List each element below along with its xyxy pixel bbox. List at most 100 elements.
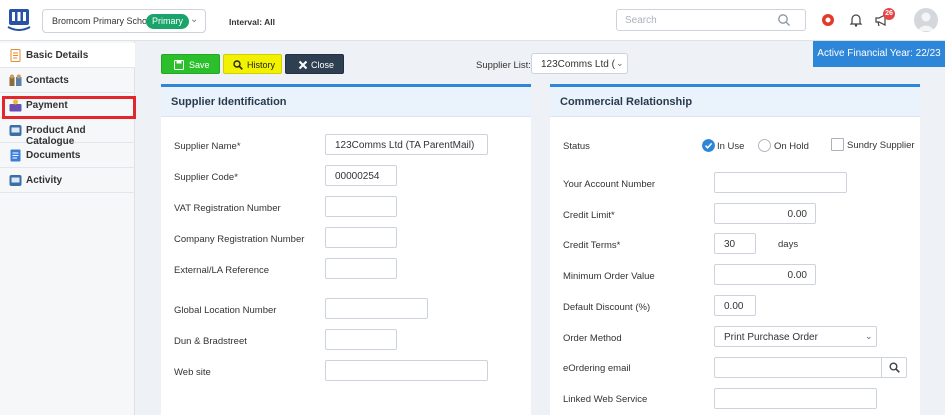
default-discount-value: 0.00 — [724, 301, 744, 312]
sidebar-item-payment[interactable]: Payment — [0, 93, 135, 118]
website-input[interactable] — [325, 360, 488, 381]
supplier-code-input[interactable]: 00000254 — [325, 165, 397, 186]
commercial-relationship-panel: Commercial Relationship Status In Use On… — [550, 84, 920, 415]
activity-icon — [9, 175, 22, 186]
order-method-select[interactable]: Print Purchase Order ⌄ — [714, 326, 877, 347]
supplier-list-label: Supplier List: — [476, 60, 531, 71]
chevron-down-icon: ⌄ — [616, 58, 624, 68]
supplier-list-value: 123Comms Ltd ( — [541, 59, 615, 70]
credit-limit-value: 0.00 — [787, 209, 807, 220]
vat-number-input[interactable] — [325, 196, 397, 217]
history-button[interactable]: History — [223, 54, 282, 74]
min-order-input[interactable]: 0.00 — [714, 264, 816, 285]
credit-limit-label: Credit Limit* — [563, 210, 615, 221]
sidebar: Basic Details Contacts Payment Product A… — [0, 41, 135, 415]
external-ref-input[interactable] — [325, 258, 397, 279]
save-button-label: Save — [189, 60, 210, 70]
supplier-code-label: Supplier Code* — [174, 172, 238, 183]
documents-icon — [10, 149, 21, 162]
order-method-value: Print Purchase Order — [724, 332, 818, 343]
close-icon — [298, 60, 308, 70]
search-input[interactable] — [625, 13, 775, 27]
supplier-list-select[interactable]: 123Comms Ltd ( ⌄ — [531, 53, 628, 74]
contacts-icon — [9, 74, 22, 86]
gln-input[interactable] — [325, 298, 428, 319]
default-discount-input[interactable]: 0.00 — [714, 295, 756, 316]
min-order-value: 0.00 — [787, 270, 807, 281]
sundry-supplier-label: Sundry Supplier — [847, 140, 915, 151]
eordering-search-button[interactable] — [882, 357, 907, 378]
status-label: Status — [563, 141, 590, 152]
school-name: Bromcom Primary School — [52, 16, 155, 26]
website-label: Web site — [174, 367, 211, 378]
supplier-name-input[interactable]: 123Comms Ltd (TA ParentMail) — [325, 134, 488, 155]
interval-label[interactable]: Interval: All — [229, 17, 275, 27]
chevron-down-icon: ⌄ — [190, 14, 199, 25]
order-method-label: Order Method — [563, 333, 622, 344]
financial-year-banner: Active Financial Year: 22/23 — [813, 41, 945, 67]
close-button[interactable]: Close — [285, 54, 344, 74]
panel-title: Commercial Relationship — [560, 96, 693, 108]
linked-web-service-label: Linked Web Service — [563, 394, 648, 405]
catalogue-icon — [9, 125, 22, 136]
external-ref-label: External/LA Reference — [174, 265, 270, 276]
credit-terms-value: 30 — [724, 239, 736, 250]
eordering-email-label: eOrdering email — [563, 363, 631, 374]
in-use-label: In Use — [717, 141, 745, 152]
duns-input[interactable] — [325, 329, 397, 350]
supplier-code-value: 00000254 — [335, 171, 380, 182]
supplier-name-value: 123Comms Ltd (TA ParentMail) — [335, 140, 475, 151]
bell-icon[interactable] — [848, 12, 864, 28]
panel-header: Supplier Identification — [161, 87, 531, 117]
eordering-email-input[interactable] — [714, 357, 882, 378]
gln-label: Global Location Number — [174, 305, 277, 316]
search-box[interactable] — [616, 9, 806, 31]
school-type-badge: Primary — [146, 14, 189, 29]
top-bar: Bromcom Primary School Primary ⌄ Interva… — [0, 0, 945, 41]
supplier-name-label: Supplier Name* — [174, 141, 241, 152]
company-number-label: Company Registration Number — [174, 234, 305, 245]
notification-count-badge: 26 — [883, 8, 895, 20]
close-button-label: Close — [311, 60, 335, 70]
payment-icon — [9, 99, 22, 112]
avatar[interactable] — [914, 8, 938, 32]
on-hold-radio[interactable] — [758, 139, 771, 152]
credit-terms-suffix: days — [778, 239, 799, 250]
on-hold-label: On Hold — [774, 141, 809, 152]
duns-label: Dun & Bradstreet — [174, 336, 247, 347]
sidebar-item-label: Documents — [26, 150, 81, 161]
sundry-supplier-checkbox[interactable] — [831, 138, 844, 151]
sidebar-item-contacts[interactable]: Contacts — [0, 68, 135, 93]
bromcom-alert-icon[interactable] — [820, 12, 836, 28]
panel-header: Commercial Relationship — [550, 87, 920, 117]
sidebar-item-product-and-catalogue[interactable]: Product And Catalogue — [0, 118, 135, 147]
sidebar-item-label: Contacts — [26, 75, 69, 86]
sidebar-item-basic-details[interactable]: Basic Details — [0, 43, 135, 68]
sidebar-item-activity[interactable]: Activity — [0, 168, 135, 193]
sidebar-item-documents[interactable]: Documents — [0, 143, 135, 168]
company-number-input[interactable] — [325, 227, 397, 248]
credit-terms-label: Credit Terms* — [563, 240, 621, 251]
school-logo-icon[interactable] — [7, 8, 31, 32]
search-icon[interactable] — [777, 13, 791, 27]
linked-web-service-input[interactable] — [714, 388, 877, 409]
account-number-input[interactable] — [714, 172, 847, 193]
in-use-radio[interactable] — [702, 139, 715, 152]
min-order-label: Minimum Order Value — [563, 271, 655, 282]
history-button-label: History — [247, 60, 276, 70]
credit-terms-input[interactable]: 30 — [714, 233, 756, 254]
magnifier-icon — [233, 60, 243, 70]
save-button[interactable]: Save — [161, 54, 220, 74]
school-selector[interactable]: Bromcom Primary School Primary ⌄ — [42, 9, 206, 33]
user-icon — [917, 12, 935, 31]
document-icon — [10, 49, 21, 62]
sidebar-item-label: Basic Details — [26, 50, 89, 61]
sidebar-item-label: Payment — [26, 100, 68, 111]
default-discount-label: Default Discount (%) — [563, 302, 651, 313]
floppy-disk-icon — [174, 60, 184, 70]
panel-title: Supplier Identification — [171, 96, 287, 108]
credit-limit-input[interactable]: 0.00 — [714, 203, 816, 224]
chevron-down-icon: ⌄ — [865, 331, 873, 341]
supplier-identification-panel: Supplier Identification Supplier Name* 1… — [161, 84, 531, 415]
sidebar-item-label: Activity — [26, 175, 63, 186]
